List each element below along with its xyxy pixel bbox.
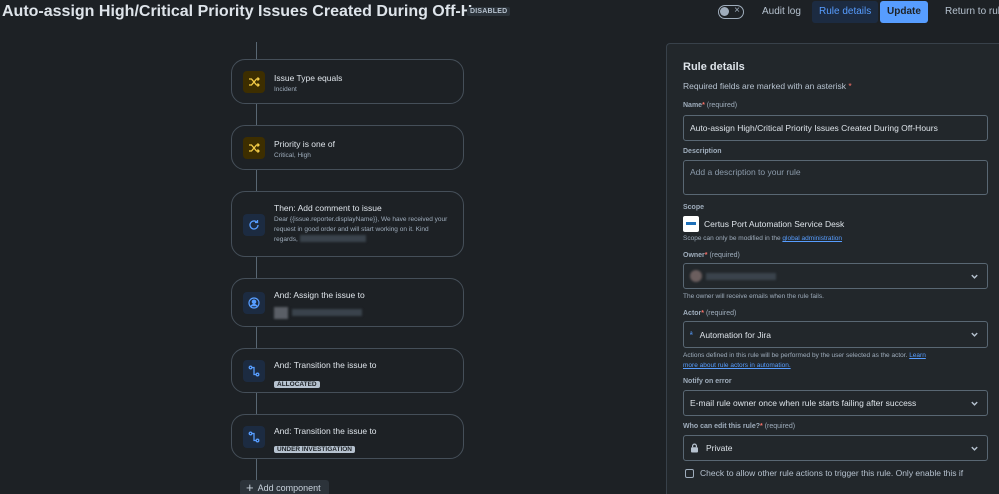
actor-label: Actor* (required) <box>683 310 737 317</box>
owner-name <box>706 272 776 280</box>
card-title: And: Transition the issue to <box>274 426 377 436</box>
add-component-button[interactable]: + Add component <box>240 480 329 494</box>
description-placeholder: Add a description to your rule <box>690 167 801 177</box>
name-label: Name* (required) <box>683 102 738 109</box>
description-textarea[interactable]: Add a description to your rule <box>683 160 988 195</box>
action-card-assign[interactable]: And: Assign the issue to <box>231 278 464 327</box>
return-to-rule-button[interactable]: Return to rule <box>938 1 999 23</box>
transition-icon <box>243 426 265 448</box>
close-icon: × <box>734 5 740 16</box>
enable-toggle[interactable]: × <box>718 5 744 19</box>
scope-row: Certus Port Automation Service Desk <box>683 216 844 232</box>
card-subtitle: Incident <box>274 86 297 93</box>
chevron-down-icon <box>969 271 979 281</box>
card-title: Priority is one of <box>274 139 335 149</box>
status-lozenge: UNDER INVESTIGATION <box>274 446 355 453</box>
required-note-text: Required fields are marked with an aster… <box>683 81 846 91</box>
chevron-down-icon <box>969 443 979 453</box>
plus-icon: + <box>246 480 254 494</box>
required-text: (required) <box>709 252 740 259</box>
action-card-transition-allocated[interactable]: And: Transition the issue to ALLOCATED <box>231 348 464 393</box>
notify-select[interactable]: E-mail rule owner once when rule starts … <box>683 390 988 416</box>
card-title: And: Transition the issue to <box>274 360 377 370</box>
header: Auto-assign High/Critical Priority Issue… <box>0 0 999 26</box>
actor-help-text: Actions defined in this rule will be per… <box>683 352 908 359</box>
action-card-add-comment[interactable]: Then: Add comment to issue Dear {{issue.… <box>231 191 464 257</box>
notify-label: Notify on error <box>683 378 732 385</box>
edit-label-text: Who can edit this rule? <box>683 423 761 430</box>
card-title: And: Assign the issue to <box>274 290 365 300</box>
required-text: (required) <box>705 310 737 317</box>
shuffle-icon <box>243 137 265 159</box>
actor-select[interactable]: ᵃ Automation for Jira <box>683 321 988 348</box>
scope-help: Scope can only be modified in the global… <box>683 235 842 242</box>
add-component-label: Add component <box>257 483 321 493</box>
required-text: (required) <box>764 423 796 430</box>
owner-label: Owner* (required) <box>683 252 740 259</box>
allow-trigger-checkbox[interactable] <box>685 468 694 478</box>
rule-flow: Issue Type equals Incident Priority is o… <box>0 26 660 494</box>
allow-trigger-label: Check to allow other rule actions to tri… <box>700 468 964 478</box>
automation-icon: ᵃ <box>690 331 693 338</box>
edit-permission-select[interactable]: Private <box>683 435 988 461</box>
required-note: Required fields are marked with an aster… <box>683 81 852 91</box>
redacted-name <box>299 235 366 242</box>
redacted-assignee <box>274 306 363 324</box>
scope-label: Scope <box>683 204 705 211</box>
update-button[interactable]: Update <box>880 1 928 23</box>
description-label: Description <box>683 148 722 155</box>
rule-details-button[interactable]: Rule details <box>812 1 879 23</box>
name-label-text: Name <box>683 102 703 109</box>
edit-permission-label: Who can edit this rule?* (required) <box>683 423 796 430</box>
audit-log-button[interactable]: Audit log <box>755 1 808 23</box>
chevron-down-icon <box>969 330 979 340</box>
learn-link[interactable]: Learn <box>909 352 926 359</box>
owner-label-text: Owner <box>683 252 705 259</box>
card-subtitle: Critical, High <box>274 152 311 159</box>
name-value: Auto-assign High/Critical Priority Issue… <box>690 123 938 133</box>
rule-actors-link[interactable]: more about rule actors in automation. <box>683 362 791 369</box>
owner-avatar <box>690 270 702 282</box>
actor-value: Automation for Jira <box>699 329 771 340</box>
card-title: Then: Add comment to issue <box>274 203 382 213</box>
page-title: Auto-assign High/Critical Priority Issue… <box>2 3 507 20</box>
panel-title: Rule details <box>683 61 745 73</box>
global-administration-link[interactable]: global administration <box>782 235 842 242</box>
scope-value: Certus Port Automation Service Desk <box>704 219 845 229</box>
actor-help: Actions defined in this rule will be per… <box>683 351 926 371</box>
scope-help-text: Scope can only be modified in the <box>683 235 781 242</box>
condition-card-priority[interactable]: Priority is one of Critical, High <box>231 125 464 170</box>
project-logo-icon <box>683 216 699 232</box>
condition-card-issue-type[interactable]: Issue Type equals Incident <box>231 59 464 104</box>
status-badge: DISABLED <box>467 7 511 16</box>
assignee-name <box>292 309 363 316</box>
edit-permission-value: Private <box>706 443 733 453</box>
allow-trigger-row[interactable]: Check to allow other rule actions to tri… <box>685 468 963 478</box>
status-lozenge-wrap: UNDER INVESTIGATION <box>274 438 355 456</box>
transition-icon <box>243 360 265 382</box>
required-text: (required) <box>706 102 738 109</box>
rule-details-panel: Rule details Required fields are marked … <box>666 43 999 494</box>
notify-value: E-mail rule owner once when rule starts … <box>690 398 917 408</box>
owner-help: The owner will receive emails when the r… <box>683 293 824 300</box>
action-card-transition-under-investigation[interactable]: And: Transition the issue to UNDER INVES… <box>231 414 464 459</box>
actor-label-text: Actor <box>683 310 702 317</box>
toggle-knob <box>720 7 729 16</box>
name-input[interactable]: Auto-assign High/Critical Priority Issue… <box>683 115 988 141</box>
owner-select[interactable] <box>683 263 988 289</box>
card-title: Issue Type equals <box>274 73 343 83</box>
assignee-avatar <box>274 307 288 319</box>
refresh-icon <box>243 214 265 236</box>
card-subtitle: Dear {{issue.reporter.displayName}}, We … <box>274 215 454 245</box>
status-lozenge-wrap: ALLOCATED <box>274 373 320 391</box>
lock-icon <box>690 443 699 453</box>
user-icon <box>243 292 265 314</box>
shuffle-icon <box>243 71 265 93</box>
chevron-down-icon <box>969 398 979 408</box>
status-lozenge: ALLOCATED <box>274 381 320 388</box>
